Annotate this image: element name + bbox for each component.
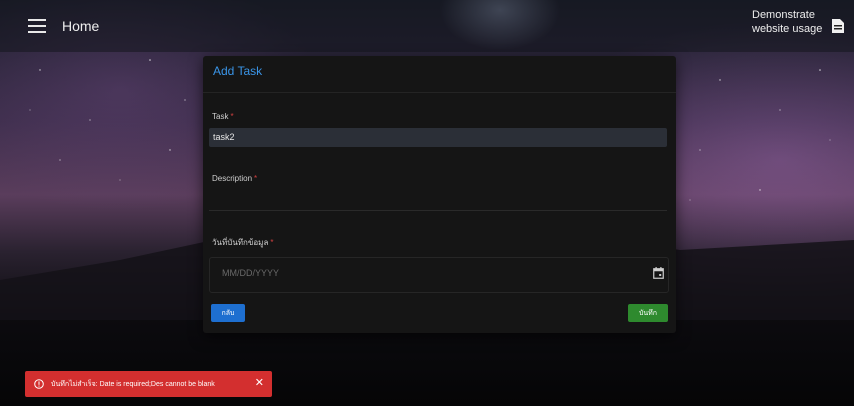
description-input[interactable] bbox=[209, 210, 667, 211]
document-icon[interactable] bbox=[831, 18, 845, 34]
dialog-title: Add Task bbox=[213, 64, 263, 78]
required-mark: * bbox=[254, 174, 258, 183]
description-label: Description * bbox=[212, 174, 257, 183]
error-icon bbox=[34, 379, 44, 389]
task-input[interactable]: task2 bbox=[209, 128, 667, 147]
page-title: Home bbox=[62, 18, 100, 34]
required-mark: * bbox=[230, 112, 234, 121]
task-label-text: Task bbox=[212, 112, 229, 121]
required-mark: * bbox=[270, 238, 274, 247]
error-snackbar: บันทึกไม่สำเร็จ: Date is required;Des ca… bbox=[25, 371, 272, 397]
back-button[interactable]: กลับ bbox=[211, 304, 245, 322]
task-input-value: task2 bbox=[213, 132, 235, 142]
date-label: วันที่บันทึกข้อมูล * bbox=[212, 236, 273, 249]
description-label-text: Description bbox=[212, 174, 253, 183]
menu-icon[interactable] bbox=[28, 19, 46, 33]
user-line-2: website usage bbox=[752, 23, 823, 35]
title-divider bbox=[203, 92, 676, 93]
add-task-dialog: Add Task Task * task2 Description * วันที่… bbox=[203, 56, 676, 333]
date-label-text: วันที่บันทึกข้อมูล bbox=[212, 238, 269, 247]
date-placeholder: MM/DD/YYYY bbox=[222, 268, 280, 278]
user-info: Demonstrate website usage bbox=[752, 8, 832, 36]
task-label: Task * bbox=[212, 112, 234, 121]
user-line-1: Demonstrate bbox=[752, 9, 815, 21]
calendar-icon[interactable] bbox=[653, 267, 664, 279]
close-icon[interactable]: ✕ bbox=[255, 378, 264, 389]
date-input[interactable]: MM/DD/YYYY bbox=[209, 257, 669, 293]
top-app-bar: Home Demonstrate website usage bbox=[0, 0, 854, 52]
snackbar-message: บันทึกไม่สำเร็จ: Date is required;Des ca… bbox=[51, 380, 215, 388]
save-button[interactable]: บันทึก bbox=[628, 304, 668, 322]
